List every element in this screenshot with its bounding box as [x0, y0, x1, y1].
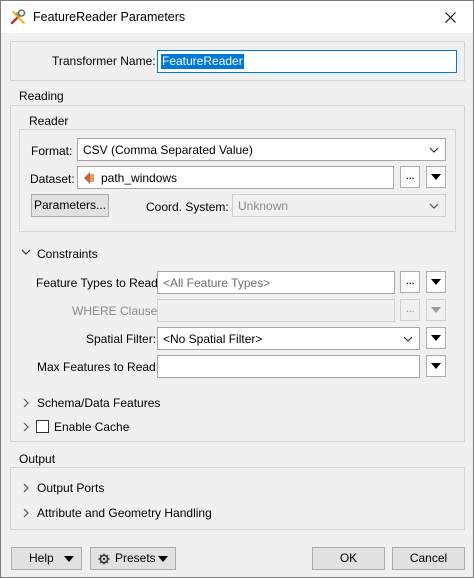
close-button[interactable]	[427, 1, 473, 33]
triangle-down-icon	[431, 363, 441, 369]
triangle-down-icon	[158, 556, 168, 562]
chevron-expanded-icon[interactable]	[21, 247, 31, 257]
window-title: FeatureReader Parameters	[33, 10, 186, 24]
transformer-name-value: FeatureReader	[161, 54, 244, 69]
transformer-name-label: Transformer Name:	[52, 54, 156, 68]
attribute-value-icon	[84, 172, 94, 184]
attribute-geometry-title[interactable]: Attribute and Geometry Handling	[37, 506, 212, 520]
enable-cache-label[interactable]: Enable Cache	[54, 420, 129, 434]
triangle-down-icon	[64, 556, 74, 562]
chevron-down-icon	[403, 336, 413, 342]
reader-title: Reader	[27, 114, 71, 128]
dataset-browse-button[interactable]: ...	[400, 166, 420, 188]
dataset-menu-button[interactable]	[426, 166, 446, 188]
max-features-label: Max Features to Read:	[37, 360, 160, 374]
help-button-label: Help	[29, 551, 54, 565]
feature-types-placeholder: <All Feature Types>	[163, 276, 271, 290]
spatial-filter-value: <No Spatial Filter>	[163, 332, 263, 346]
dataset-input[interactable]: path_windows	[77, 166, 394, 189]
enable-cache-checkbox[interactable]	[36, 420, 49, 433]
chevron-right-icon[interactable]	[21, 398, 31, 408]
output-ports-title[interactable]: Output Ports	[37, 481, 104, 495]
max-features-input[interactable]	[157, 355, 420, 378]
presets-button-label: Presets	[115, 551, 156, 565]
chevron-down-icon	[429, 147, 439, 153]
output-group	[10, 467, 465, 530]
feature-types-label: Feature Types to Read:	[36, 276, 162, 290]
parameters-button[interactable]: Parameters...	[31, 194, 109, 217]
gear-icon	[98, 553, 110, 565]
help-button[interactable]: Help	[11, 547, 82, 570]
spatial-filter-combo[interactable]: <No Spatial Filter>	[157, 327, 420, 350]
feature-types-browse-button[interactable]: ...	[400, 271, 420, 293]
coord-system-label: Coord. System:	[146, 200, 229, 214]
dataset-value: path_windows	[101, 171, 178, 185]
ellipsis-icon: ...	[405, 301, 415, 315]
schema-data-features-title[interactable]: Schema/Data Features	[37, 396, 160, 410]
chevron-right-icon[interactable]	[21, 422, 31, 432]
cancel-button[interactable]: Cancel	[392, 547, 465, 570]
title-bar: FeatureReader Parameters	[1, 1, 473, 33]
where-clause-menu-button[interactable]	[426, 299, 446, 321]
feature-types-input[interactable]: <All Feature Types>	[157, 271, 395, 294]
triangle-down-icon	[431, 307, 441, 313]
where-clause-label: WHERE Clause:	[72, 304, 161, 318]
format-combo[interactable]: CSV (Comma Separated Value)	[77, 138, 446, 161]
spatial-filter-label: Spatial Filter:	[86, 332, 157, 346]
dataset-label: Dataset:	[30, 172, 75, 186]
format-value: CSV (Comma Separated Value)	[83, 143, 253, 157]
close-icon	[444, 11, 456, 23]
spatial-filter-menu-button[interactable]	[426, 327, 446, 349]
ok-button[interactable]: OK	[312, 547, 385, 570]
format-label: Format:	[31, 144, 73, 158]
triangle-down-icon	[431, 174, 441, 180]
max-features-menu-button[interactable]	[426, 355, 446, 377]
ellipsis-icon: ...	[405, 273, 415, 287]
where-clause-input[interactable]	[157, 299, 395, 322]
fme-wrench-icon	[10, 9, 26, 25]
constraints-title[interactable]: Constraints	[37, 247, 98, 261]
presets-button[interactable]: Presets	[90, 547, 176, 570]
chevron-right-icon[interactable]	[21, 483, 31, 493]
triangle-down-icon	[431, 279, 441, 285]
reading-title: Reading	[17, 89, 66, 103]
feature-types-menu-button[interactable]	[426, 271, 446, 293]
triangle-down-icon	[431, 335, 441, 341]
where-clause-browse-button[interactable]: ...	[400, 299, 420, 321]
transformer-name-input[interactable]: FeatureReader	[157, 50, 457, 73]
chevron-right-icon[interactable]	[21, 508, 31, 518]
ellipsis-icon: ...	[405, 168, 415, 182]
coord-system-combo[interactable]: Unknown	[232, 194, 446, 217]
coord-system-value: Unknown	[238, 199, 289, 213]
dialog-window: FeatureReader Parameters Transformer Nam…	[0, 0, 474, 578]
output-title: Output	[17, 452, 58, 466]
chevron-down-icon	[429, 203, 439, 209]
